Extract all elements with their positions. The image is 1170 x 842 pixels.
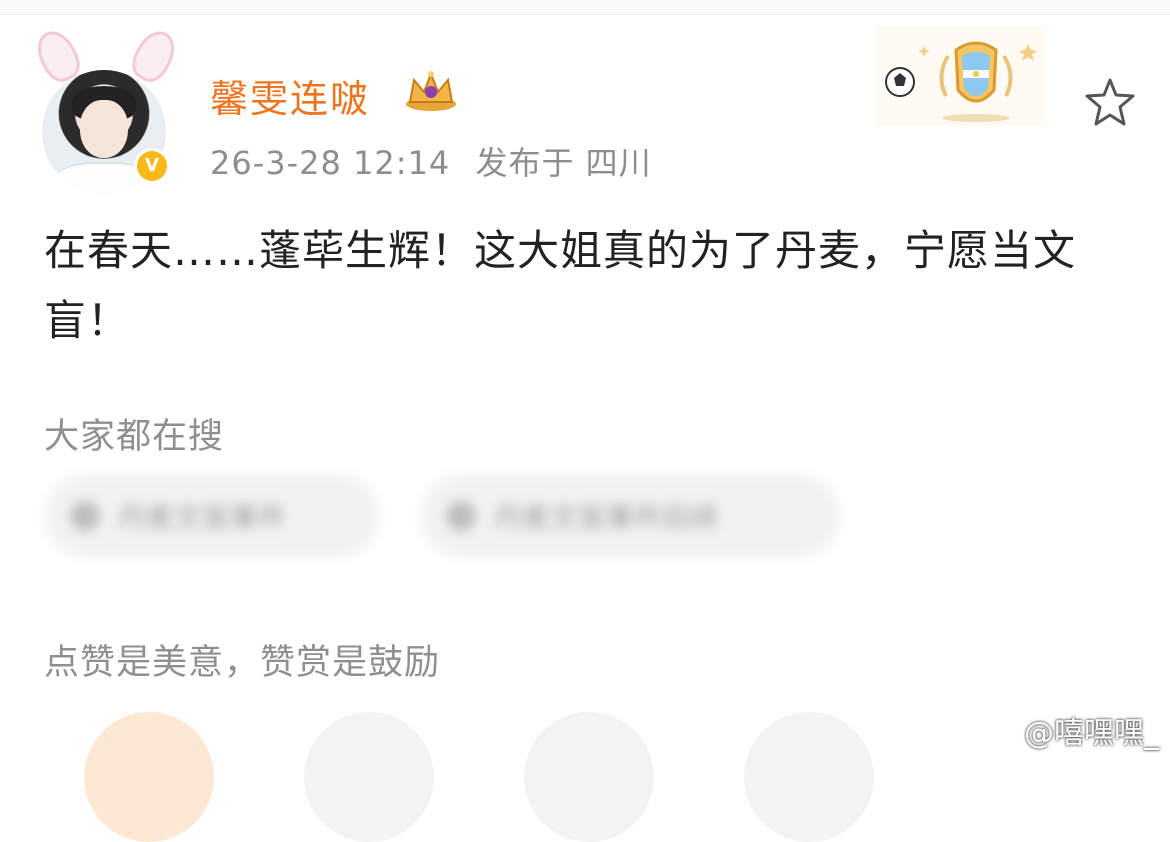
reward-title: 点赞是美意，赞赏是鼓励 xyxy=(44,643,441,683)
crown-icon xyxy=(406,71,456,111)
post-meta: 26-3-28 12:14 发布于 四川 xyxy=(210,138,666,184)
post-location: 发布于 四川 xyxy=(475,144,652,182)
watermark-label: @嘻嘿嘿_ xyxy=(1024,716,1159,751)
reward-avatar[interactable] xyxy=(304,712,434,842)
post-date: 26-3-28 12:14 xyxy=(210,144,451,182)
post-text: 在春天……蓬荜生辉！这大姐真的为了丹麦，宁愿当文盲！ xyxy=(44,226,1077,345)
reward-avatar[interactable] xyxy=(84,712,214,842)
watermark: @嘻嘿嘿_ xyxy=(974,708,1159,752)
trending-search-title: 大家都在搜 xyxy=(44,417,225,457)
search-chip-label: 丹麦文盲事件后续 xyxy=(494,501,719,534)
search-chip-icon xyxy=(446,501,476,531)
star-outline-icon[interactable] xyxy=(1082,76,1138,128)
weibo-logo-icon xyxy=(975,716,1015,747)
avatar-face xyxy=(80,100,128,158)
search-chip-icon xyxy=(70,501,100,531)
verified-v-icon: V xyxy=(134,148,170,184)
reward-avatar[interactable] xyxy=(744,712,874,842)
football-argentina-badge xyxy=(876,26,1046,126)
top-divider xyxy=(0,0,1170,15)
username[interactable]: 馨雯连啵 xyxy=(210,68,370,123)
search-chip[interactable]: 丹麦文盲事件 xyxy=(44,474,380,558)
user-avatar-group[interactable]: V xyxy=(29,24,183,194)
search-chip-label: 丹麦文盲事件 xyxy=(118,501,287,534)
search-chip[interactable]: 丹麦文盲事件后续 xyxy=(420,474,840,558)
reward-avatar[interactable] xyxy=(524,712,654,842)
